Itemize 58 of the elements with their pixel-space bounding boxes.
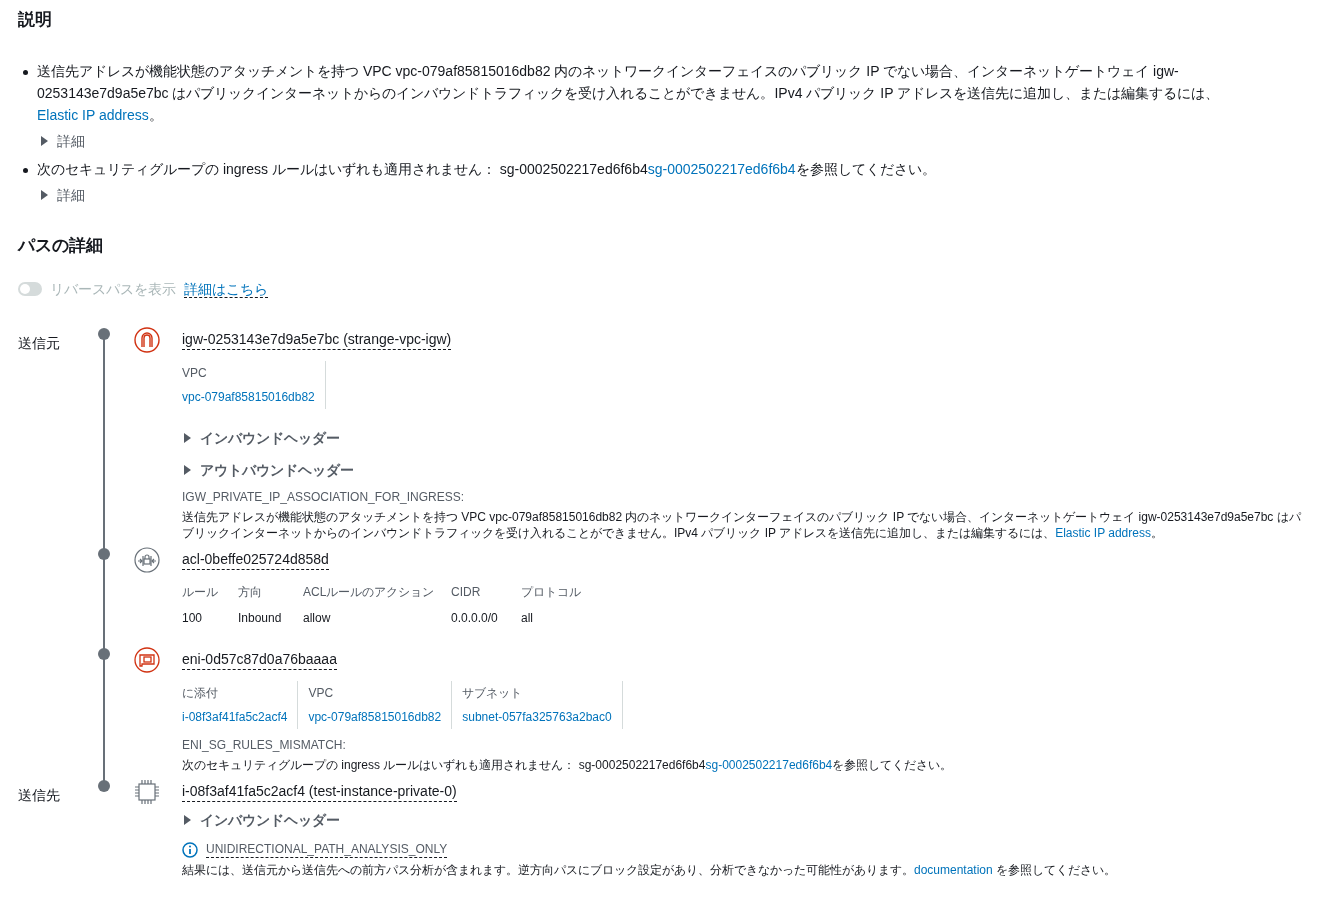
link[interactable]: Elastic IP address (1055, 526, 1151, 540)
description-text: 次のセキュリティグループの ingress ルールはいずれも適用されません： sg-0002502217ed6f6b4sg-0002502217ed6f6b4を参照してください。 (37, 160, 937, 179)
field-link[interactable]: vpc-079af85815016db82 (182, 389, 315, 405)
table-cell: allow (303, 609, 451, 627)
section-title: 説明 (18, 9, 53, 31)
link[interactable]: sg-0002502217ed6f6b4 (647, 161, 796, 177)
description-text: 送信先アドレスが機能状態のアタッチメントを持つ VPC vpc-079af85815016db82 内のネットワークインターフェイスのパブリック IP でない場合、インターネットゲートウェイ igw-0253143e7d9a5e7bc はパブリックインターネットからのインバウンドトラフィックを受け入れることができません。IPv4 パブリック IP アドレスを送信先に追加し、または編集するには、 Elastic IP address。 (37, 62, 1221, 125)
info-code[interactable]: UNIDIRECTIONAL_PATH_ANALYSIS_ONLY (206, 841, 448, 858)
field-label: に添付 (182, 685, 219, 701)
details-toggle[interactable]: 詳細 (39, 130, 85, 152)
field-link[interactable]: subnet-057fa325763a2bac0 (462, 709, 612, 725)
field-label: サブネット (462, 685, 524, 701)
column-header: CIDR (451, 584, 482, 601)
link[interactable]: sg-0002502217ed6f6b4 (705, 758, 833, 772)
resource-link[interactable]: i-08f3af41fa5c2acf4 (test-instance-private-0) (182, 782, 457, 802)
bullet-icon (23, 168, 28, 173)
link[interactable]: documentation (914, 863, 993, 877)
details-toggle[interactable]: 詳細 (39, 184, 85, 206)
caret-icon (39, 190, 49, 200)
network-card-icon (134, 647, 160, 673)
link[interactable]: Elastic IP address (37, 107, 149, 123)
finding-text: 送信先アドレスが機能状態のアタッチメントを持つ VPC vpc-079af85815016db82 内のネットワークインターフェイスのパブリック IP でない場合、インターネットゲートウェイ igw-0253143e7d9a5e7bc はパブリックインターネットからのインバウンドトラフィックを受け入れることができません。IPv4 パブリック IP アドレスを送信先に追加し、または編集するには、Elastic IP address。 (182, 509, 1302, 541)
learn-more-link[interactable]: 詳細はこちら (184, 280, 268, 298)
info-text: 結果には、送信元から送信先への前方パス分析が含まれます。逆方向パスにブロック設定があり、分析できなかった可能性があります。documentation を参照してください。 (182, 862, 1118, 878)
details-toggle[interactable]: インバウンドヘッダー (182, 427, 340, 449)
endpoint-label: 送信元 (18, 335, 60, 351)
column-header: ルール (182, 583, 238, 609)
table-cell: 0.0.0.0/0 (451, 609, 521, 627)
field-link[interactable]: i-08f3af41fa5c2acf4 (182, 709, 288, 725)
caret-icon (182, 815, 192, 825)
table-cell-text: 100 (182, 610, 204, 627)
resource-link[interactable]: igw-0253143e7d9a5e7bc (strange-vpc-igw) (182, 330, 452, 350)
bullet-icon (23, 70, 28, 75)
field-link[interactable]: vpc-079af85815016db82 (308, 709, 442, 725)
details-toggle[interactable]: アウトバウンドヘッダー (182, 459, 354, 481)
caret-icon (182, 433, 192, 443)
chip-icon (134, 779, 160, 805)
endpoint-label: 送信先 (18, 787, 60, 803)
caret-icon (39, 136, 49, 146)
field-label: VPC (308, 685, 335, 701)
resource-link[interactable]: eni-0d57c87d0a76baaaa (182, 650, 337, 670)
arch-icon (134, 327, 160, 353)
table-cell: Inbound (238, 609, 303, 627)
lock-icon (134, 547, 160, 573)
caret-icon (182, 465, 192, 475)
field-label: VPC (182, 365, 208, 381)
info-icon (182, 841, 198, 858)
finding-code: ENI_SG_RULES_MISMATCH: (182, 737, 347, 753)
finding-text: 次のセキュリティグループの ingress ルールはいずれも適用されません： sg-0002502217ed6f6b4sg-0002502217ed6f6b4を参照してください。 (182, 757, 954, 773)
table-cell-text: all (521, 610, 534, 627)
column-header: プロトコル (521, 584, 582, 601)
column-header: ACLルールのアクション (303, 583, 451, 609)
column-header: 方向 (238, 583, 303, 609)
section-title: パスの詳細 (18, 235, 104, 257)
toggle-label: リバースパスを表示 (50, 279, 176, 299)
resource-link[interactable]: acl-0beffe025724d858d (182, 550, 329, 570)
details-toggle[interactable]: インバウンドヘッダー (182, 809, 340, 831)
finding-code: IGW_PRIVATE_IP_ASSOCIATION_FOR_INGRESS: (182, 489, 466, 505)
